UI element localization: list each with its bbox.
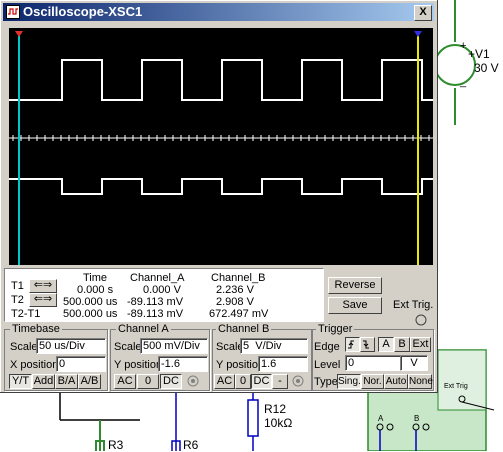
reverse-button[interactable]: Reverse xyxy=(328,277,382,294)
window-title: Oscilloscope-XSC1 xyxy=(23,4,143,19)
diff-channel-b: 672.497 mV xyxy=(209,308,269,320)
r3-label: R3 xyxy=(108,438,124,452)
channel-b-ypos-field[interactable]: 1.6 xyxy=(258,356,308,372)
pin-a-label: A xyxy=(378,414,384,423)
v1-value: 30 V xyxy=(474,61,499,75)
timebase-title: Timebase xyxy=(10,323,62,335)
instrument-panel xyxy=(437,349,487,411)
channel-a-scale-field[interactable]: 500 mV/Div xyxy=(140,338,208,354)
timebase-xpos-label: X position xyxy=(10,359,59,371)
t1-arrows-button[interactable]: ⇐⇒ xyxy=(29,279,57,293)
trigger-type-normal-button[interactable]: Nor. xyxy=(361,374,384,389)
channel-b-scale-field[interactable]: 5 V/Div xyxy=(240,338,308,354)
channel-b-title: Channel B xyxy=(216,323,272,335)
v1-label: +V1 xyxy=(468,47,490,61)
r12-label: R12 xyxy=(264,402,287,416)
pin-b-label: B xyxy=(414,414,420,423)
trigger-type-single-button[interactable]: Sing. xyxy=(337,374,361,389)
t1-channel-b: 2.236 V xyxy=(216,284,254,296)
channel-b-radio-icon[interactable] xyxy=(291,374,305,388)
rising-edge-icon xyxy=(348,340,354,349)
r6-label: R6 xyxy=(183,438,199,452)
timebase-scale-label: Scale xyxy=(10,341,38,353)
channel-a-scale-label: Scale xyxy=(114,341,142,353)
t2-arrows-button[interactable]: ⇐⇒ xyxy=(29,293,57,307)
ext-trig-terminal-label: Ext Trig xyxy=(444,383,468,390)
r12-value: 10kΩ xyxy=(264,416,293,430)
channel-b-zero-button[interactable]: 0 xyxy=(235,374,251,389)
row-label-t1: T1 xyxy=(11,280,24,292)
row-label-t2-t1: T2-T1 xyxy=(11,308,41,320)
close-button[interactable]: X xyxy=(414,5,432,21)
t2-time: 500.000 us xyxy=(63,296,118,308)
header-channel-b: Channel_B xyxy=(211,272,266,284)
header-channel-a: Channel_A xyxy=(130,272,185,284)
mode-yt-button[interactable]: Y/T xyxy=(9,374,32,389)
oscilloscope-app-icon xyxy=(6,5,20,19)
trigger-source-b-button[interactable]: B xyxy=(394,337,410,352)
trigger-title: Trigger xyxy=(316,323,355,335)
trigger-source-a-button[interactable]: A xyxy=(378,337,394,352)
mode-ab-button[interactable]: A/B xyxy=(78,374,101,389)
mode-add-button[interactable]: Add xyxy=(32,374,55,389)
channel-a-zero-button[interactable]: 0 xyxy=(137,374,159,389)
v1-minus: _ xyxy=(460,76,467,88)
channel-a-ypos-label: Y position xyxy=(114,359,163,371)
save-button[interactable]: Save xyxy=(328,297,382,314)
channel-b-invert-button[interactable]: - xyxy=(272,374,288,389)
measurement-panel: Time Channel_A Channel_B T1 ⇐⇒ 0.000 s 0… xyxy=(4,268,324,322)
ext-trig-label: Ext Trig. xyxy=(393,299,434,311)
channel-a-radio-icon[interactable] xyxy=(186,374,200,388)
trigger-level-unit[interactable]: V xyxy=(400,355,428,371)
header-time: Time xyxy=(83,272,108,284)
diff-time: 500.000 us xyxy=(63,308,118,320)
channel-b-ac-button[interactable]: AC xyxy=(214,374,235,389)
mode-ba-button[interactable]: B/A xyxy=(55,374,78,389)
oscilloscope-display[interactable] xyxy=(9,28,433,265)
v1-plus: + xyxy=(460,40,467,52)
t1-channel-a: 0.000 V xyxy=(143,284,181,296)
diff-channel-a: -89.113 mV xyxy=(127,308,184,320)
title-bar[interactable]: Oscilloscope-XSC1 X xyxy=(3,3,434,21)
trigger-edge-label: Edge xyxy=(314,341,340,353)
trigger-level-label: Level xyxy=(314,359,341,371)
oscilloscope-window: Oscilloscope-XSC1 X Time Channel_A Chann… xyxy=(0,0,438,393)
channel-a-ypos-field[interactable]: -1.6 xyxy=(158,356,208,372)
t1-time: 0.000 s xyxy=(77,284,114,296)
resistor-r12-icon xyxy=(247,399,259,437)
trigger-type-none-button[interactable]: None xyxy=(408,374,433,389)
edge-rising-button[interactable] xyxy=(345,337,360,352)
ext-trig-terminal-icon[interactable] xyxy=(414,313,428,327)
channel-a-title: Channel A xyxy=(116,323,171,335)
edge-falling-button[interactable] xyxy=(360,337,375,352)
channel-a-ac-button[interactable]: AC xyxy=(114,374,136,389)
falling-edge-icon xyxy=(363,340,369,349)
trigger-type-auto-button[interactable]: Auto xyxy=(384,374,408,389)
channel-b-ypos-label: Y position xyxy=(216,359,265,371)
t2-channel-b: 2.908 V xyxy=(216,296,254,308)
trigger-source-ext-button[interactable]: Ext xyxy=(410,337,431,352)
timebase-scale-field[interactable]: 50 us/Div xyxy=(36,338,106,354)
t2-channel-a: -89.113 mV xyxy=(127,296,184,308)
channel-b-dc-button[interactable]: DC xyxy=(251,374,272,389)
trigger-level-field[interactable]: 0 xyxy=(345,355,401,371)
row-label-t2: T2 xyxy=(11,294,24,306)
trigger-type-label: Type xyxy=(314,376,338,388)
channel-a-dc-button[interactable]: DC xyxy=(160,374,182,389)
timebase-xpos-field[interactable]: 0 xyxy=(56,356,106,372)
